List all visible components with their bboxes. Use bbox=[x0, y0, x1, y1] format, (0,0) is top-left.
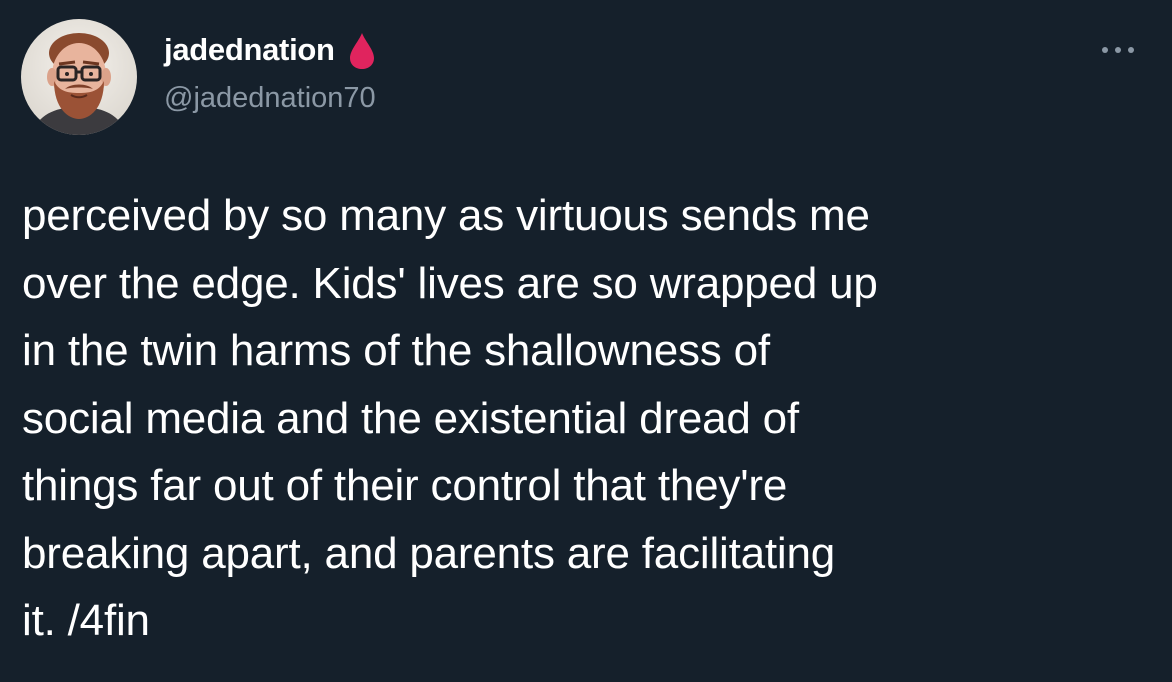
tweet-text: perceived by so many as virtuous sends m… bbox=[22, 191, 878, 645]
author-handle[interactable]: @jadednation70 bbox=[164, 78, 376, 118]
author-name-row[interactable]: jadednation bbox=[164, 30, 377, 70]
blood-drop-icon bbox=[347, 30, 377, 70]
tweet-card: jadednation @jadednation70 perceived by … bbox=[0, 0, 1172, 682]
avatar[interactable] bbox=[21, 19, 137, 135]
avatar-image bbox=[21, 19, 137, 135]
more-horizontal-icon[interactable] bbox=[1100, 40, 1136, 60]
author-display-name[interactable]: jadednation bbox=[164, 30, 335, 70]
